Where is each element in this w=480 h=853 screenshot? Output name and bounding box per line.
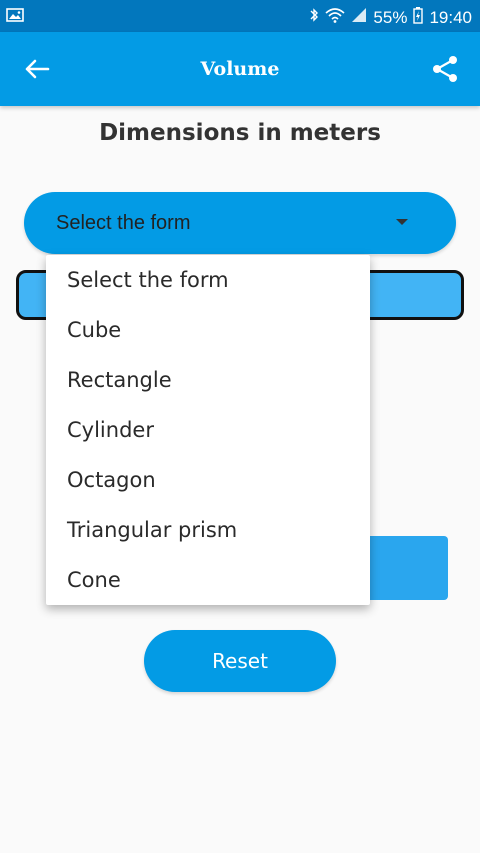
- form-dropdown-menu: Select the form Cube Rectangle Cylinder …: [46, 255, 370, 605]
- dropdown-arrow-icon: [396, 219, 408, 225]
- form-select-value: Select the form: [56, 212, 191, 234]
- dropdown-option-cube[interactable]: Cube: [46, 305, 370, 355]
- signal-icon: [351, 7, 367, 28]
- dropdown-option-select-the-form[interactable]: Select the form: [46, 255, 370, 305]
- page-title: Volume: [200, 58, 280, 80]
- dropdown-option-triangular-prism[interactable]: Triangular prism: [46, 505, 370, 555]
- dropdown-option-cylinder[interactable]: Cylinder: [46, 405, 370, 455]
- app-bar: Volume: [0, 32, 480, 106]
- battery-icon: [413, 6, 424, 29]
- dropdown-option-cone[interactable]: Cone: [46, 555, 370, 605]
- reset-button[interactable]: Reset: [144, 630, 336, 692]
- dimensions-heading: Dimensions in meters: [99, 120, 381, 146]
- dropdown-option-octagon[interactable]: Octagon: [46, 455, 370, 505]
- clock: 19:40: [429, 7, 472, 27]
- bluetooth-icon: [309, 6, 319, 29]
- status-bar: 55% 19:40: [0, 0, 480, 32]
- dropdown-option-rectangle[interactable]: Rectangle: [46, 355, 370, 405]
- battery-percent: 55%: [373, 7, 408, 27]
- share-icon[interactable]: [430, 54, 460, 84]
- gallery-notification-icon: [6, 7, 24, 28]
- wifi-icon: [325, 7, 345, 28]
- form-select[interactable]: Select the form: [24, 192, 456, 254]
